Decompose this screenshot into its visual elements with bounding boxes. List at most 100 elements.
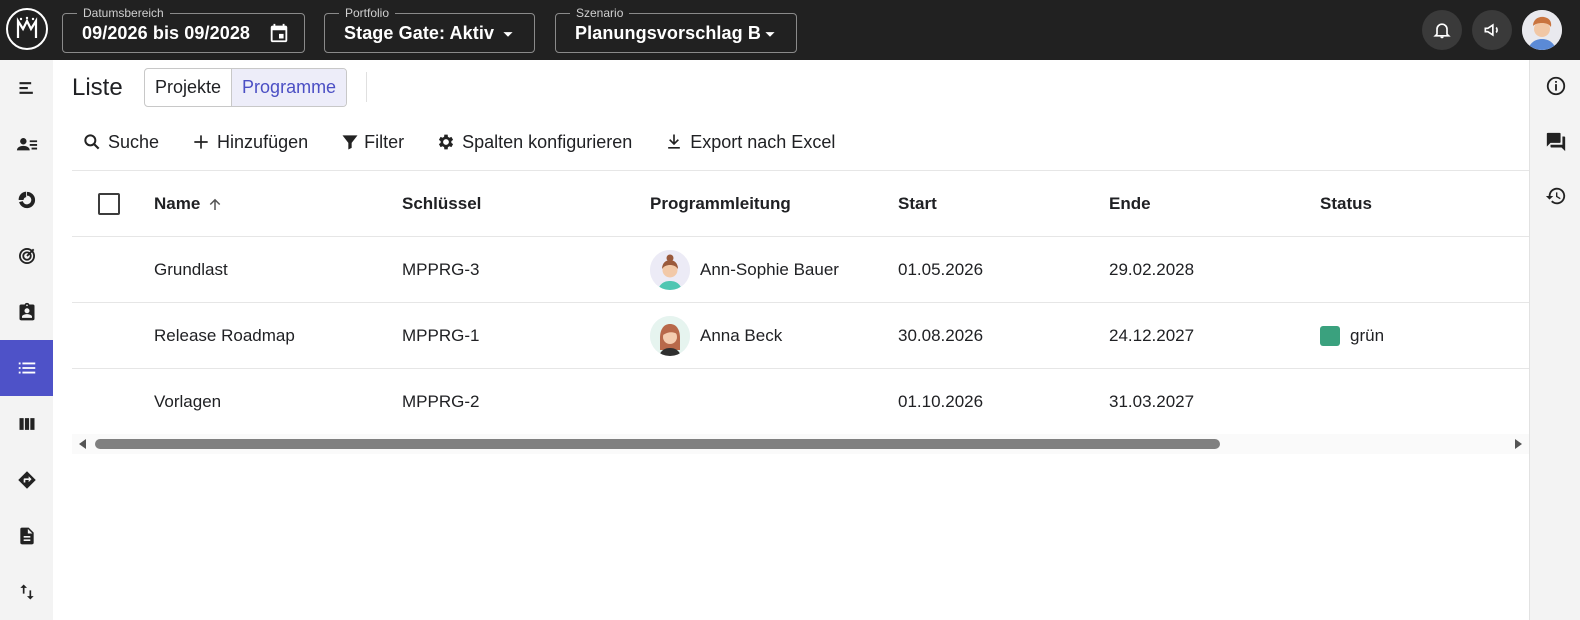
header-divider bbox=[366, 72, 367, 102]
person-name: Anna Beck bbox=[700, 325, 783, 345]
sort-ascending-icon[interactable] bbox=[206, 195, 224, 213]
person-name: Ann-Sophie Bauer bbox=[700, 259, 839, 279]
user-avatar-icon bbox=[1522, 10, 1562, 50]
cell-key: MPPRG-3 bbox=[402, 259, 480, 279]
page-title: Liste bbox=[72, 74, 123, 101]
user-avatar[interactable] bbox=[1522, 10, 1562, 50]
calendar-icon[interactable] bbox=[268, 22, 290, 44]
column-header-status[interactable]: Status bbox=[1320, 171, 1372, 236]
table-row[interactable]: Grundlast MPPRG-3 Ann-Sophie Bauer 01.05… bbox=[72, 237, 1529, 303]
search-label: Suche bbox=[108, 131, 160, 152]
add-button[interactable]: Hinzufügen bbox=[191, 132, 308, 153]
avatar bbox=[650, 249, 690, 290]
cell-start: 01.05.2026 bbox=[898, 259, 984, 279]
list-icon bbox=[18, 362, 35, 374]
column-header-label: Name bbox=[154, 193, 201, 213]
scenario-select[interactable]: Szenario Planungsvorschlag B bbox=[555, 6, 797, 53]
bell-icon bbox=[1433, 23, 1451, 39]
chevron-down-icon bbox=[759, 23, 781, 45]
tab-programme[interactable]: Programme bbox=[231, 69, 347, 106]
cell-end: 31.03.2027 bbox=[1109, 391, 1195, 411]
date-range-label: Datumsbereich bbox=[77, 6, 170, 20]
cell-name[interactable]: Grundlast bbox=[154, 237, 228, 302]
scenario-label: Szenario bbox=[570, 6, 630, 20]
download-icon bbox=[664, 132, 684, 152]
column-header-key[interactable]: Schlüssel bbox=[402, 171, 481, 236]
nav-timeline[interactable] bbox=[0, 60, 53, 116]
configure-columns-label: Spalten konfigurieren bbox=[462, 131, 633, 152]
cell-end: 24.12.2027 bbox=[1109, 325, 1195, 345]
left-navigation bbox=[0, 60, 53, 620]
announcements-button[interactable] bbox=[1472, 10, 1512, 50]
table-row[interactable]: Release Roadmap MPPRG-1 Anna Beck 30.08.… bbox=[72, 303, 1529, 369]
column-header-end[interactable]: Ende bbox=[1109, 171, 1151, 236]
history-button[interactable] bbox=[1530, 176, 1580, 216]
app-logo[interactable] bbox=[6, 8, 48, 50]
megaphone-icon bbox=[1484, 23, 1498, 37]
table-header: Name Schlüssel Programmleitung Start End… bbox=[72, 170, 1529, 237]
filter-button[interactable]: Filter bbox=[340, 132, 404, 153]
configure-columns-button[interactable]: Spalten konfigurieren bbox=[436, 132, 632, 153]
column-header-name[interactable]: Name bbox=[154, 171, 224, 236]
toolbar: Suche Hinzufügen Filter Spalten konfigur… bbox=[82, 128, 867, 156]
cell-key: MPPRG-1 bbox=[402, 325, 480, 345]
cell-lead: Anna Beck bbox=[650, 303, 782, 368]
column-header-lead[interactable]: Programmleitung bbox=[650, 171, 791, 236]
nav-board[interactable] bbox=[0, 396, 53, 452]
date-range-value: 09/2026 bis 09/2028 bbox=[82, 23, 251, 43]
nav-dashboard[interactable] bbox=[0, 172, 53, 228]
top-bar: Datumsbereich 09/2026 bis 09/2028 Portfo… bbox=[0, 0, 1580, 60]
swap-vertical-icon bbox=[19, 584, 34, 600]
export-excel-label: Export nach Excel bbox=[690, 131, 836, 152]
horizontal-scrollbar[interactable] bbox=[72, 434, 1529, 454]
portfolio-label: Portfolio bbox=[339, 6, 396, 20]
scrollbar-thumb[interactable] bbox=[95, 439, 1220, 449]
person-list-icon bbox=[16, 138, 37, 151]
info-button[interactable] bbox=[1530, 66, 1580, 106]
date-range-field[interactable]: Datumsbereich 09/2026 bis 09/2028 bbox=[62, 6, 305, 53]
timeline-bars-icon bbox=[19, 82, 33, 94]
clipboard-person-icon bbox=[19, 302, 34, 321]
plus-icon bbox=[191, 132, 211, 152]
programs-table: Name Schlüssel Programmleitung Start End… bbox=[72, 170, 1529, 435]
view-toggle: Projekte Programme bbox=[144, 68, 348, 107]
cell-name[interactable]: Vorlagen bbox=[154, 369, 221, 434]
cell-start: 01.10.2026 bbox=[898, 391, 984, 411]
nav-goals[interactable] bbox=[0, 228, 53, 284]
column-header-start[interactable]: Start bbox=[898, 171, 937, 236]
add-label: Hinzufügen bbox=[217, 131, 309, 152]
nav-list[interactable] bbox=[0, 340, 53, 396]
scenario-value: Planungsvorschlag B bbox=[575, 23, 761, 43]
comments-button[interactable] bbox=[1530, 122, 1580, 162]
scroll-left-icon[interactable] bbox=[78, 439, 88, 449]
columns-icon bbox=[19, 418, 34, 430]
donut-chart-icon bbox=[18, 191, 35, 209]
logo-icon bbox=[16, 16, 38, 38]
cell-lead: Ann-Sophie Bauer bbox=[650, 237, 839, 302]
table-row[interactable]: Vorlagen MPPRG-2 01.10.2026 31.03.2027 bbox=[72, 369, 1529, 435]
status-green-indicator bbox=[1320, 325, 1340, 346]
nav-import-export[interactable] bbox=[0, 564, 53, 620]
search-button[interactable]: Suche bbox=[82, 132, 159, 153]
notifications-button[interactable] bbox=[1422, 10, 1462, 50]
portfolio-select[interactable]: Portfolio Stage Gate: Aktiv bbox=[324, 6, 535, 53]
cell-end: 29.02.2028 bbox=[1109, 259, 1195, 279]
filter-label: Filter bbox=[364, 131, 405, 152]
person-avatar-icon bbox=[650, 315, 690, 356]
scroll-right-icon[interactable] bbox=[1513, 439, 1523, 449]
directions-icon bbox=[17, 471, 36, 489]
cell-name[interactable]: Release Roadmap bbox=[154, 303, 295, 368]
comments-icon bbox=[1546, 132, 1565, 152]
chevron-down-icon bbox=[497, 23, 519, 45]
nav-assignments[interactable] bbox=[0, 284, 53, 340]
avatar bbox=[650, 315, 690, 356]
nav-documents[interactable] bbox=[0, 508, 53, 564]
history-icon bbox=[1545, 187, 1565, 205]
tab-projekte[interactable]: Projekte bbox=[145, 69, 231, 106]
nav-roadmap[interactable] bbox=[0, 452, 53, 508]
nav-resources[interactable] bbox=[0, 116, 53, 172]
right-panel-rail bbox=[1529, 60, 1580, 620]
select-all-checkbox[interactable] bbox=[98, 193, 120, 215]
info-icon bbox=[1546, 76, 1565, 96]
export-excel-button[interactable]: Export nach Excel bbox=[664, 132, 835, 153]
